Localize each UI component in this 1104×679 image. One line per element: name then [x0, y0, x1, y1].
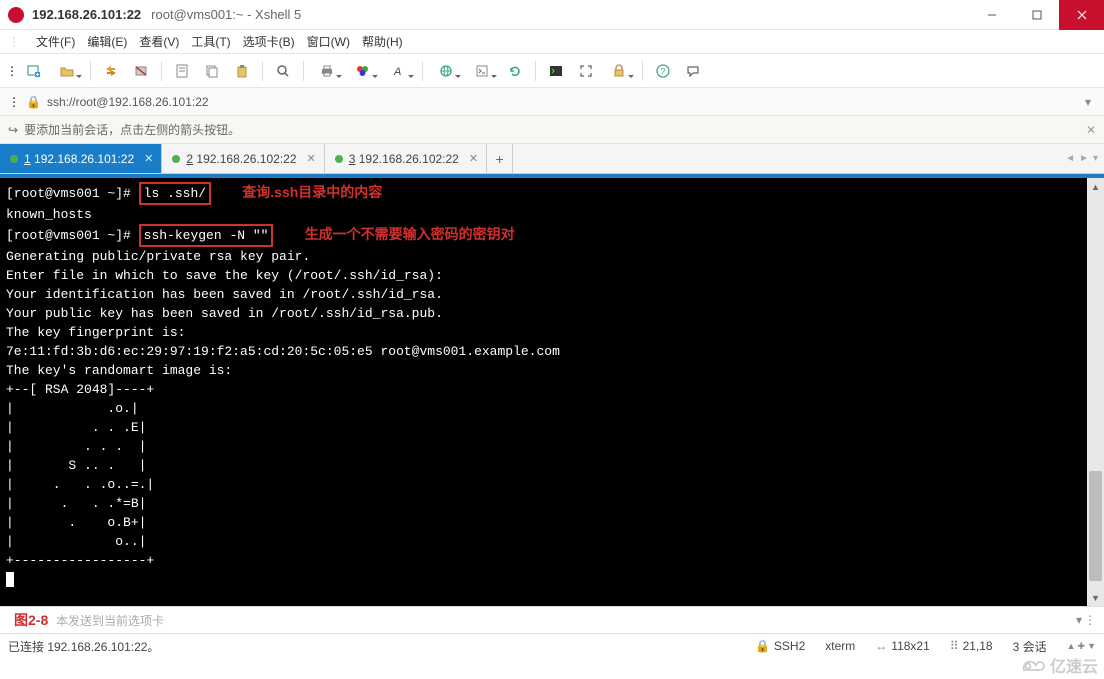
- copy-icon[interactable]: [198, 58, 226, 84]
- status-cursor: 21,18: [963, 639, 993, 653]
- toolbar: ⋮ A ?: [0, 54, 1104, 88]
- font-icon[interactable]: A: [382, 58, 416, 84]
- new-session-icon[interactable]: [20, 58, 48, 84]
- reconnect-icon[interactable]: [97, 58, 125, 84]
- disconnect-icon[interactable]: [127, 58, 155, 84]
- maximize-button[interactable]: [1014, 0, 1059, 30]
- status-down-icon[interactable]: ▼: [1087, 641, 1096, 652]
- menu-file[interactable]: 文件(F): [36, 33, 75, 50]
- tab-3[interactable]: 3 192.168.26.102:22 ✕: [325, 144, 487, 173]
- terminal-icon[interactable]: [542, 58, 570, 84]
- infobar: ↪ 要添加当前会话，点击左侧的箭头按钮。 ✕: [0, 116, 1104, 144]
- compose-placeholder[interactable]: 本发送到当前选项卡: [56, 612, 164, 629]
- size-icon: ↔: [875, 639, 887, 653]
- open-session-icon[interactable]: [50, 58, 84, 84]
- status-up-icon[interactable]: ▲: [1067, 641, 1076, 652]
- tab-list-icon[interactable]: ▾: [1093, 153, 1098, 164]
- status-term: xterm: [825, 639, 855, 653]
- status-dot-icon: [335, 155, 343, 163]
- scroll-track[interactable]: [1087, 195, 1104, 589]
- address-url[interactable]: ssh://root@192.168.26.101:22: [47, 95, 209, 109]
- tab-close-1[interactable]: ✕: [144, 152, 153, 165]
- globe-icon[interactable]: [429, 58, 463, 84]
- cursor: [6, 572, 14, 587]
- close-button[interactable]: [1059, 0, 1104, 30]
- tab-close-3[interactable]: ✕: [469, 152, 478, 165]
- properties-icon[interactable]: [168, 58, 196, 84]
- tab-next-icon[interactable]: ►: [1079, 153, 1089, 164]
- tab-nav: ◄ ► ▾: [1059, 144, 1104, 173]
- status-dot-icon: [10, 155, 18, 163]
- tab-1[interactable]: 1 192.168.26.101:22 ✕: [0, 144, 162, 173]
- arrow-icon[interactable]: ↪: [8, 123, 18, 137]
- infobar-close[interactable]: ✕: [1086, 123, 1096, 137]
- tab-prev-icon[interactable]: ◄: [1065, 153, 1075, 164]
- menu-tabs[interactable]: 选项卡(B): [243, 33, 295, 50]
- refresh-icon[interactable]: [501, 58, 529, 84]
- svg-text:?: ?: [661, 66, 666, 76]
- status-size: 118x21: [891, 639, 929, 653]
- tab-2[interactable]: 2 192.168.26.102:22 ✕: [162, 144, 324, 173]
- cursor-pos-icon: ⠿: [950, 639, 959, 653]
- tab-close-2[interactable]: ✕: [307, 152, 316, 165]
- script-icon[interactable]: [465, 58, 499, 84]
- infobar-text: 要添加当前会话，点击左侧的箭头按钮。: [24, 121, 240, 138]
- status-sessions: 3 会话: [1013, 638, 1047, 655]
- paste-icon[interactable]: [228, 58, 256, 84]
- titlebar: 192.168.26.101:22 root@vms001:~ - Xshell…: [0, 0, 1104, 30]
- status-proto: SSH2: [774, 639, 805, 653]
- statusbar: 已连接 192.168.26.101:22。 🔒 SSH2 xterm ↔ 118x…: [0, 634, 1104, 658]
- menu-help[interactable]: 帮助(H): [362, 33, 403, 50]
- scroll-up-icon[interactable]: ▲: [1087, 178, 1104, 195]
- svg-text:A: A: [393, 66, 401, 78]
- addressbar-grip: ⋮: [8, 95, 20, 109]
- lock-icon[interactable]: [602, 58, 636, 84]
- figure-label: 图2-8: [14, 610, 48, 630]
- tab-add-button[interactable]: +: [487, 144, 513, 173]
- addressbar: ⋮ 🔒 ssh://root@192.168.26.101:22 ▾: [0, 88, 1104, 116]
- menu-edit[interactable]: 编辑(E): [87, 33, 127, 50]
- menu-window[interactable]: 窗口(W): [307, 33, 350, 50]
- status-dot-icon: [172, 155, 180, 163]
- menu-tools[interactable]: 工具(T): [191, 33, 230, 50]
- toolbar-grip: ⋮: [6, 64, 18, 78]
- help-icon[interactable]: ?: [649, 58, 677, 84]
- compose-menu-icon[interactable]: ⋮: [1084, 613, 1096, 627]
- terminal[interactable]: [root@vms001 ~]# ls .ssh/ 查询.ssh目录中的内容 k…: [0, 178, 1087, 606]
- window-subtitle: root@vms001:~ - Xshell 5: [151, 7, 301, 22]
- compose-bar: 图2-8 本发送到当前选项卡 ▾ ⋮: [0, 606, 1104, 634]
- tabbar: 1 192.168.26.101:22 ✕ 2 192.168.26.102:2…: [0, 144, 1104, 174]
- window-title: 192.168.26.101:22: [32, 7, 141, 22]
- status-plus-icon[interactable]: ✚: [1078, 641, 1086, 652]
- scrollbar[interactable]: ▲ ▼: [1087, 178, 1104, 606]
- menu-view[interactable]: 查看(V): [139, 33, 179, 50]
- print-icon[interactable]: [310, 58, 344, 84]
- compose-dropdown-icon[interactable]: ▾: [1076, 613, 1082, 627]
- chat-icon[interactable]: [679, 58, 707, 84]
- color-icon[interactable]: [346, 58, 380, 84]
- address-dropdown[interactable]: ▾: [1080, 94, 1096, 110]
- minimize-button[interactable]: [969, 0, 1014, 30]
- lock-small-icon: 🔒: [26, 95, 41, 109]
- search-icon[interactable]: [269, 58, 297, 84]
- lock-status-icon: 🔒: [755, 639, 770, 653]
- fullscreen-icon[interactable]: [572, 58, 600, 84]
- scroll-down-icon[interactable]: ▼: [1087, 589, 1104, 606]
- scroll-thumb[interactable]: [1089, 471, 1102, 581]
- status-connected: 已连接 192.168.26.101:22。: [8, 638, 735, 655]
- menu-grip: ⋮: [8, 35, 20, 49]
- terminal-wrap: [root@vms001 ~]# ls .ssh/ 查询.ssh目录中的内容 k…: [0, 174, 1104, 606]
- menubar: ⋮ 文件(F) 编辑(E) 查看(V) 工具(T) 选项卡(B) 窗口(W) 帮…: [0, 30, 1104, 54]
- app-icon: [8, 7, 24, 23]
